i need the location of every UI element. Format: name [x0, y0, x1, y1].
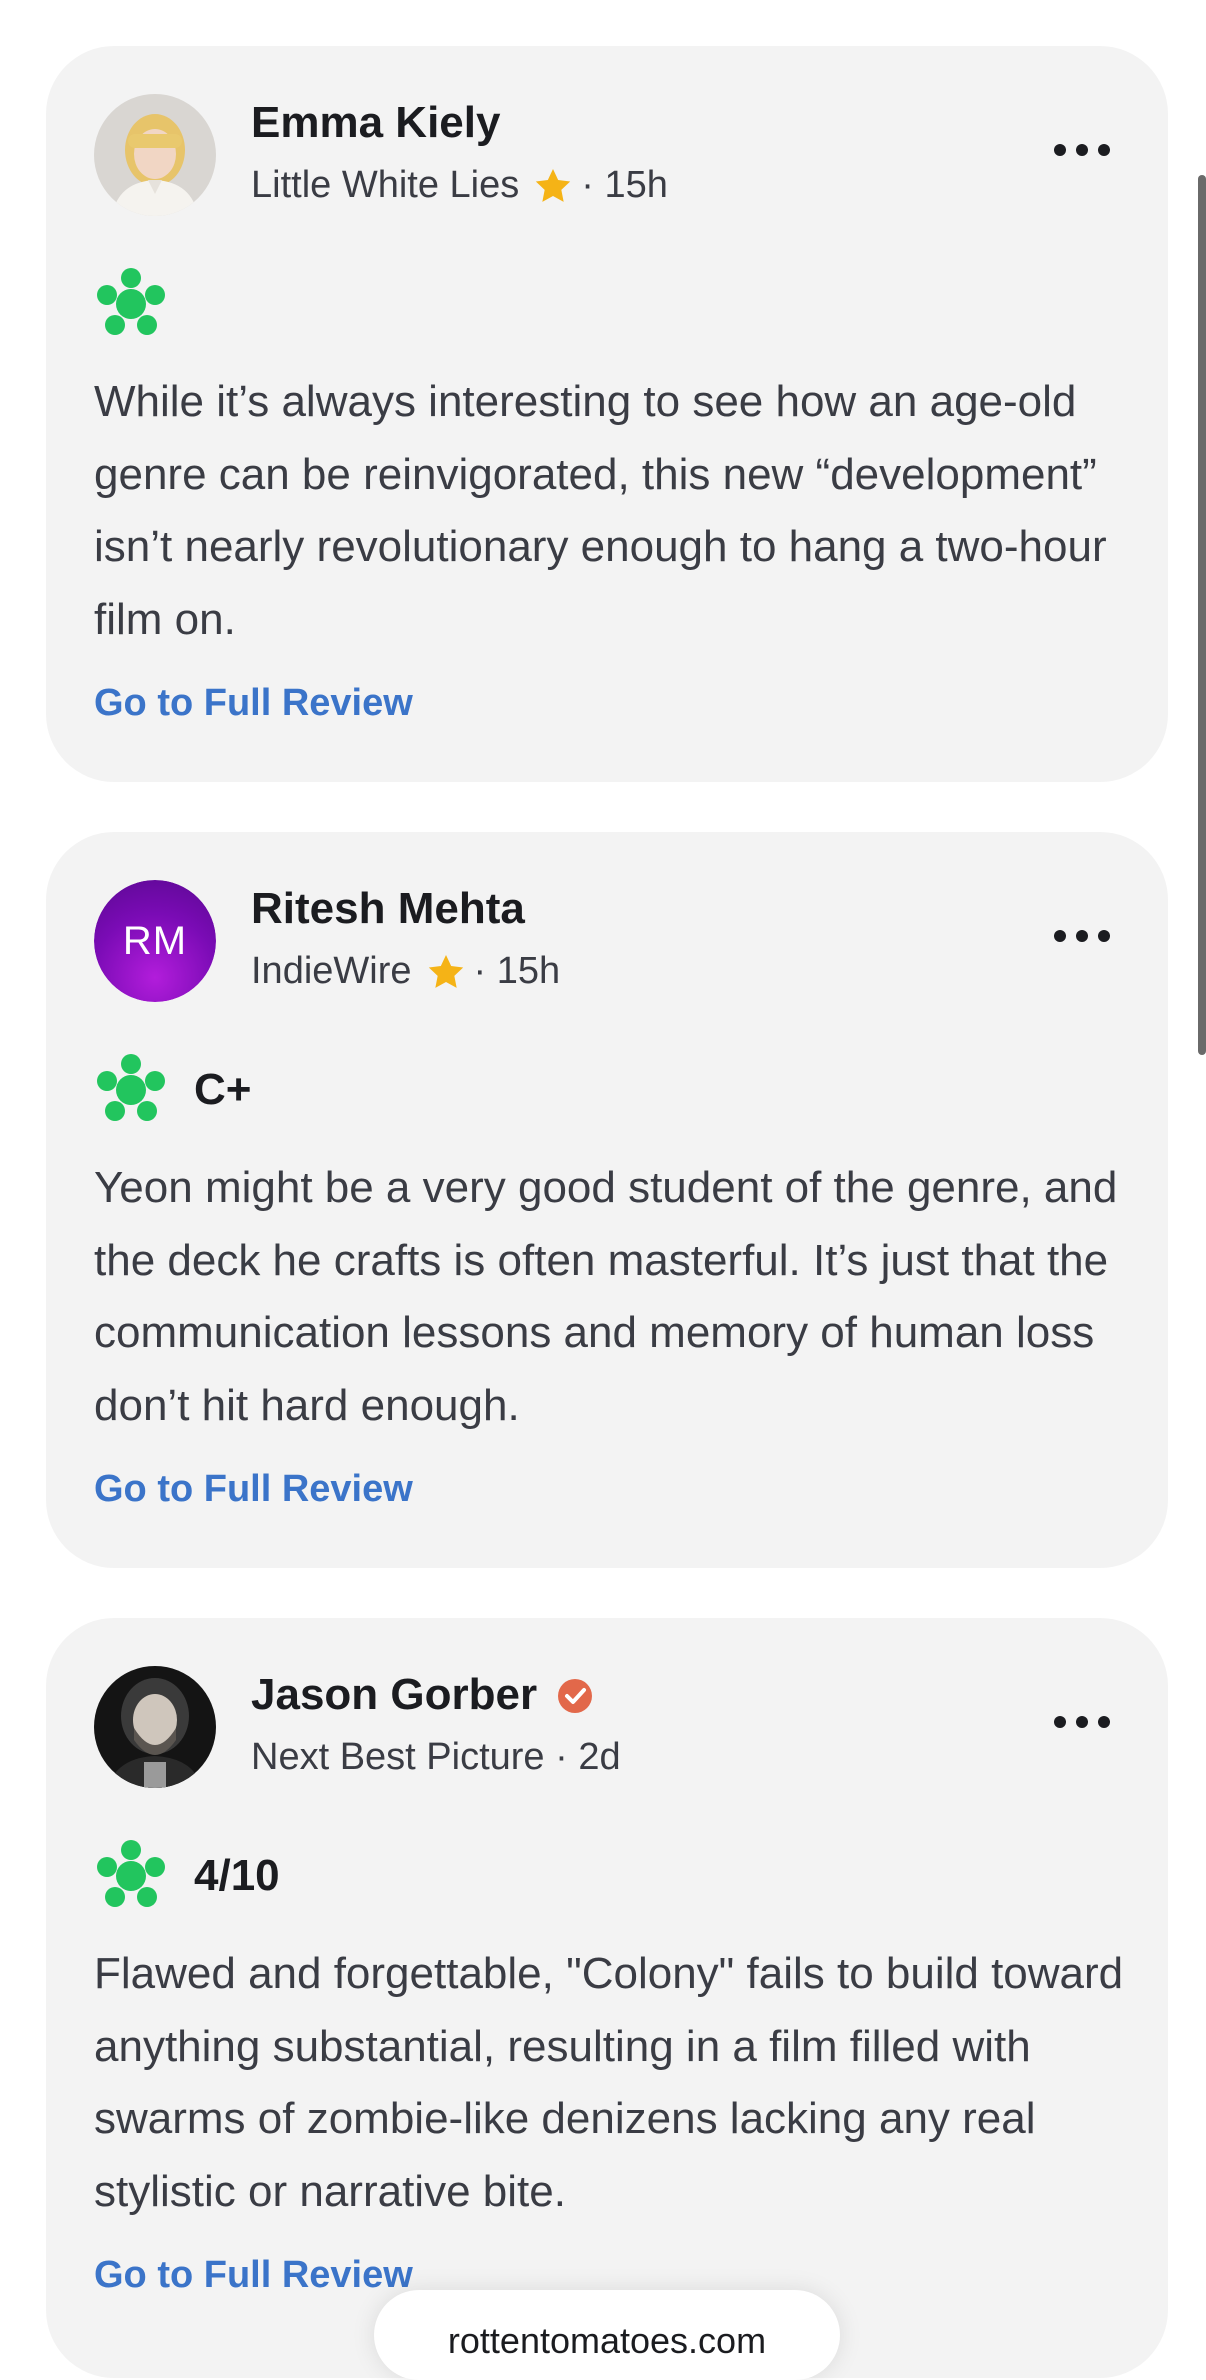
review-header: Jason Gorber Next Best Picture · 2d: [94, 1666, 1120, 1790]
critic-avatar[interactable]: RM: [94, 880, 216, 1002]
more-options-button[interactable]: [1054, 140, 1110, 160]
review-text: Flawed and forgettable, "Colony" fails t…: [94, 1949, 1124, 2216]
review-header: Emma Kiely Little White Lies · 15h: [94, 94, 1120, 218]
critic-meta: Next Best Picture · 2d: [251, 1736, 621, 1779]
star-icon: [428, 954, 463, 988]
publication-name[interactable]: Little White Lies: [251, 164, 519, 207]
review-time: · 15h: [473, 950, 561, 992]
critic-name-text[interactable]: Ritesh Mehta: [251, 884, 525, 934]
verified-badge-icon: [558, 1679, 593, 1713]
browser-url-pill[interactable]: rottentomatoes.com: [374, 2290, 840, 2380]
full-review-link[interactable]: Go to Full Review: [94, 1468, 413, 1511]
review-card: Jason Gorber Next Best Picture · 2d 4/10…: [46, 1618, 1168, 2378]
review-text: Yeon might be a very good student of the…: [94, 1163, 1118, 1430]
scrollbar[interactable]: [1198, 175, 1206, 1055]
rating-row: 4/10: [94, 1840, 280, 1912]
review-grade: 4/10: [194, 1851, 280, 1900]
critic-meta: Little White Lies · 15h: [251, 164, 668, 207]
critic-name[interactable]: Emma Kiely: [251, 98, 500, 148]
fresh-splat-icon: [97, 1840, 165, 1907]
more-dots-icon: [1054, 930, 1066, 942]
critic-avatar[interactable]: [94, 1666, 216, 1788]
review-card: RM Ritesh Mehta IndieWire · 15h C+ Yeon …: [46, 832, 1168, 1568]
star-icon: [536, 168, 571, 202]
full-review-link[interactable]: Go to Full Review: [94, 682, 413, 725]
fresh-splat-icon: [97, 1054, 165, 1121]
review-time: · 15h: [581, 164, 668, 206]
more-dots-icon: [1054, 1716, 1066, 1728]
rating-row: [94, 268, 168, 340]
url-text[interactable]: rottentomatoes.com: [448, 2320, 766, 2361]
full-review-link[interactable]: Go to Full Review: [94, 2254, 413, 2297]
publication-name[interactable]: IndieWire: [251, 950, 412, 993]
critic-photo: [94, 94, 216, 216]
more-dots-icon: [1054, 144, 1066, 156]
review-header: RM Ritesh Mehta IndieWire · 15h: [94, 880, 1120, 1004]
more-options-button[interactable]: [1054, 926, 1110, 946]
review-text: While it’s always interesting to see how…: [94, 377, 1107, 644]
critic-name-text[interactable]: Jason Gorber: [251, 1670, 537, 1720]
critic-name[interactable]: Jason Gorber: [251, 1670, 595, 1720]
fresh-splat-icon: [97, 268, 165, 335]
critic-name-text[interactable]: Emma Kiely: [251, 98, 500, 148]
review-time: · 2d: [555, 1736, 621, 1778]
critic-avatar[interactable]: [94, 94, 216, 216]
review-card: Emma Kiely Little White Lies · 15h While…: [46, 46, 1168, 782]
critic-meta: IndieWire · 15h: [251, 950, 560, 993]
review-grade: C+: [194, 1065, 252, 1114]
rating-row: C+: [94, 1054, 251, 1126]
more-options-button[interactable]: [1054, 1712, 1110, 1732]
critic-name[interactable]: Ritesh Mehta: [251, 884, 525, 934]
avatar-initials: RM: [94, 880, 216, 1002]
publication-name[interactable]: Next Best Picture: [251, 1736, 545, 1779]
critic-photo: [94, 1666, 216, 1788]
